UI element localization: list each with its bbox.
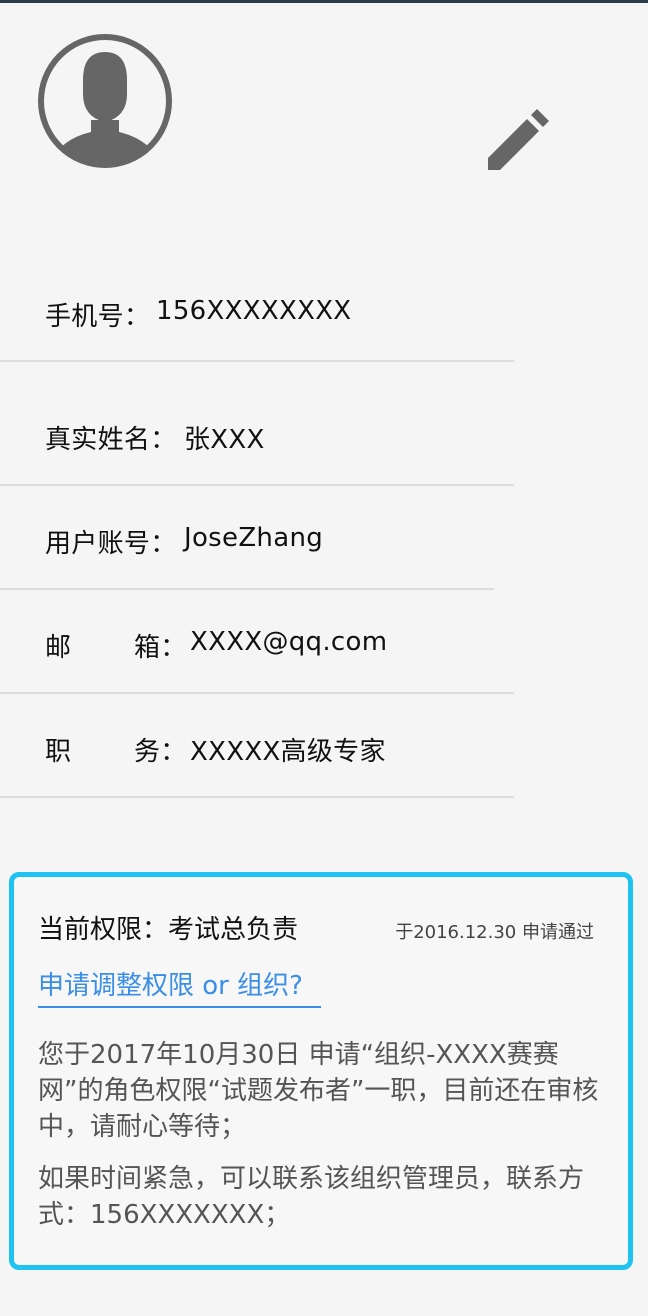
account-value: JoseZhang: [184, 523, 324, 553]
real-name-label: 真实姓名：: [45, 425, 177, 455]
account-label: 用户账号：: [45, 529, 177, 559]
email-label-first: 邮: [45, 633, 72, 663]
position-value: XXXXX高级专家: [190, 737, 386, 767]
approval-date: 于2016.12.30 申请通过: [395, 922, 594, 943]
email-row: 邮 箱： XXXX@qq.com: [0, 590, 514, 694]
email-label-second: 箱：: [134, 633, 187, 663]
contact-message: 如果时间紧急，可以联系该组织管理员，联系方式：156XXXXXXX；: [38, 1164, 585, 1230]
position-row: 职 务： XXXXX高级专家: [0, 694, 514, 798]
current-permission: 当前权限：考试总负责: [38, 915, 299, 945]
email-value: XXXX@qq.com: [190, 627, 388, 657]
pending-message: 您于2017年10月30日 申请“组织-XXXX赛赛网”的角色权限“试题发布者”…: [38, 1040, 599, 1142]
permission-card: 当前权限：考试总负责 于2016.12.30 申请通过 申请调整权限 or 组织…: [9, 872, 633, 1270]
user-avatar-icon: [38, 34, 172, 168]
position-label-second: 务：: [134, 737, 187, 767]
avatar[interactable]: [36, 32, 174, 170]
real-name-row: 真实姓名： 张XXX: [0, 382, 514, 486]
position-label-first: 职: [45, 737, 72, 767]
adjust-permission-link[interactable]: 申请调整权限 or 组织?: [38, 965, 321, 1008]
account-row: 用户账号： JoseZhang: [0, 486, 494, 590]
phone-row: 手机号： 156XXXXXXXX: [0, 258, 514, 362]
edit-button[interactable]: [486, 108, 550, 172]
phone-label: 手机号：: [45, 302, 151, 332]
phone-value: 156XXXXXXXX: [156, 296, 352, 326]
top-strip: [0, 0, 648, 3]
real-name-value: 张XXX: [184, 425, 265, 455]
pencil-icon: [488, 109, 549, 170]
